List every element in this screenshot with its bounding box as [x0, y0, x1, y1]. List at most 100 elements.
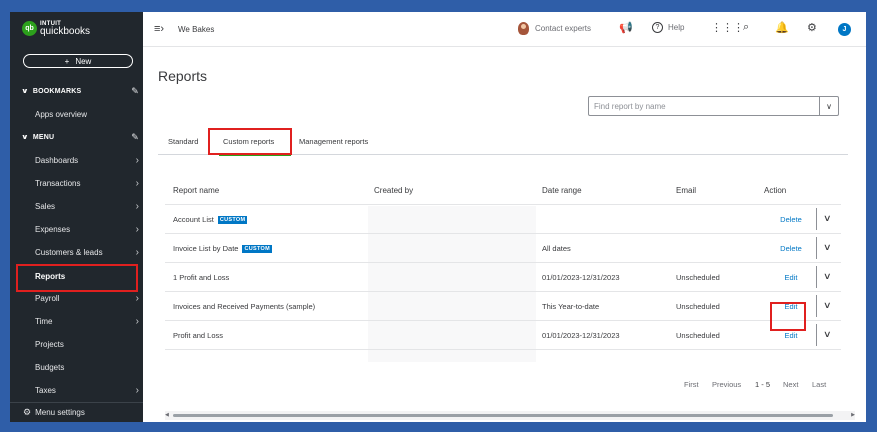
new-button[interactable]: + New: [23, 54, 133, 68]
sidebar-item-label: Sales: [35, 201, 56, 211]
sidebar-item-payroll[interactable]: Payroll ›: [35, 289, 139, 307]
table-row: Profit and Loss 01/01/2023-12/31/2023 Un…: [165, 321, 841, 350]
sidebar-item-sales[interactable]: Sales ›: [35, 197, 139, 215]
sidebar-item-budgets[interactable]: Budgets: [35, 358, 139, 376]
pagination-range: 1 - 5: [755, 380, 771, 389]
pagination-last[interactable]: Last: [812, 380, 826, 389]
user-avatar[interactable]: J: [838, 23, 851, 36]
sidebar-item-expenses[interactable]: Expenses ›: [35, 220, 139, 238]
report-name-link[interactable]: Invoices and Received Payments (sample): [173, 302, 315, 311]
report-name-link[interactable]: Invoice List by Date CUSTOM: [173, 244, 272, 254]
col-date-range[interactable]: Date range: [542, 186, 582, 195]
sidebar-item-customers-leads[interactable]: Customers & leads ›: [35, 243, 139, 261]
sidebar-item-label: Dashboards: [35, 155, 79, 165]
sidebar-item-dashboards[interactable]: Dashboards ›: [35, 151, 139, 169]
tab-standard[interactable]: Standard: [168, 137, 198, 146]
action-divider: [816, 295, 817, 317]
action-divider: [816, 324, 817, 346]
apps-grid-icon[interactable]: ⋮⋮⋮: [711, 21, 744, 34]
col-email[interactable]: Email: [676, 186, 696, 195]
report-name-link[interactable]: Profit and Loss: [173, 331, 223, 340]
megaphone-icon[interactable]: 📢: [619, 21, 633, 34]
report-name-link[interactable]: Account List CUSTOM: [173, 215, 248, 225]
quickbooks-logo[interactable]: qb INTUIT quickbooks: [22, 20, 90, 37]
bookmarks-section[interactable]: ∨ BOOKMARKS ✎: [21, 86, 139, 97]
edit-menu-pencil-icon[interactable]: ✎: [131, 132, 139, 143]
email-cell: Unscheduled: [676, 302, 720, 311]
pagination-first[interactable]: First: [684, 380, 699, 389]
bell-icon[interactable]: 🔔: [775, 21, 789, 34]
expert-avatar-icon: [518, 22, 529, 35]
scroll-right-arrow-icon[interactable]: ▶: [851, 412, 855, 418]
company-name[interactable]: We Bakes: [178, 25, 214, 34]
col-report-name[interactable]: Report name: [173, 186, 219, 195]
chevron-right-icon: ›: [135, 384, 139, 396]
top-bar: ≡› We Bakes Contact experts 📢 ? Help ⋮⋮⋮…: [143, 12, 866, 47]
chevron-down-icon[interactable]: ∨: [823, 213, 832, 224]
scroll-left-arrow-icon[interactable]: ◀: [165, 412, 169, 418]
menu-settings-button[interactable]: ⚙ Menu settings: [10, 402, 143, 422]
edit-highlight-box: [770, 302, 806, 331]
sidebar-item-label: Apps overview: [35, 109, 88, 119]
page-title: Reports: [158, 68, 208, 84]
chevron-right-icon: ›: [135, 246, 139, 258]
search-placeholder: Find report by name: [594, 102, 666, 111]
chevron-down-icon: ∨: [21, 134, 29, 141]
edit-bookmarks-pencil-icon[interactable]: ✎: [131, 86, 139, 97]
horizontal-scrollbar[interactable]: ◀ ▶: [165, 411, 855, 420]
help-label: Help: [668, 23, 685, 32]
email-cell: Unscheduled: [676, 331, 720, 340]
menu-section[interactable]: ∨ MENU ✎: [21, 132, 139, 143]
gear-icon[interactable]: ⚙: [807, 21, 817, 34]
chevron-right-icon: ›: [135, 154, 139, 166]
table-row: Invoices and Received Payments (sample) …: [165, 292, 841, 321]
table-row: Account List CUSTOM Delete ∨: [165, 205, 841, 234]
sidebar-item-taxes[interactable]: Taxes ›: [35, 381, 139, 399]
chevron-down-icon[interactable]: ∨: [819, 97, 838, 115]
delete-link[interactable]: Delete: [771, 244, 811, 253]
plus-icon: +: [64, 56, 70, 66]
delete-link[interactable]: Delete: [771, 215, 811, 224]
sidebar-item-label: Time: [35, 316, 53, 326]
gear-icon: ⚙: [23, 407, 32, 417]
chevron-right-icon: ›: [135, 223, 139, 235]
qb-logo-icon: qb: [22, 20, 37, 36]
table-row: Invoice List by Date CUSTOM All dates Del…: [165, 234, 841, 263]
chevron-down-icon[interactable]: ∨: [823, 300, 832, 311]
sidebar-item-transactions[interactable]: Transactions ›: [35, 174, 139, 192]
chevron-down-icon[interactable]: ∨: [823, 242, 832, 253]
tab-management-reports[interactable]: Management reports: [299, 137, 368, 146]
sidebar-item-label: Budgets: [35, 362, 65, 372]
chevron-right-icon: ›: [135, 292, 139, 304]
table-header: Report name Created by Date range Email …: [165, 177, 841, 205]
chevron-down-icon[interactable]: ∨: [823, 271, 832, 282]
date-range-cell: 01/01/2023-12/31/2023: [542, 331, 620, 340]
pagination-previous[interactable]: Previous: [712, 380, 741, 389]
sidebar: qb INTUIT quickbooks + New ∨ BOOKMARKS ✎…: [10, 12, 143, 422]
sidebar-item-label: Projects: [35, 339, 64, 349]
sidebar-item-time[interactable]: Time ›: [35, 312, 139, 330]
scrollbar-thumb[interactable]: [173, 414, 833, 417]
help-icon: ?: [652, 22, 663, 33]
chevron-down-icon: ∨: [21, 88, 29, 95]
help-button[interactable]: ? Help: [652, 22, 684, 33]
report-name-link[interactable]: 1 Profit and Loss: [173, 273, 229, 282]
custom-reports-highlight-box: [208, 128, 292, 155]
action-divider: [816, 208, 817, 230]
search-icon[interactable]: ⌕: [743, 21, 749, 34]
find-report-dropdown[interactable]: Find report by name ∨: [588, 96, 839, 116]
chevron-right-icon: ›: [135, 177, 139, 189]
col-created-by[interactable]: Created by: [374, 186, 413, 195]
pagination-next[interactable]: Next: [783, 380, 798, 389]
hamburger-menu-icon[interactable]: ≡›: [154, 23, 164, 35]
edit-link[interactable]: Edit: [771, 331, 811, 340]
edit-link[interactable]: Edit: [771, 273, 811, 282]
contact-experts-button[interactable]: Contact experts: [518, 22, 591, 35]
chevron-down-icon[interactable]: ∨: [823, 329, 832, 340]
date-range-cell: All dates: [542, 244, 571, 253]
action-divider: [816, 266, 817, 288]
sidebar-item-label: Payroll: [35, 293, 60, 303]
sidebar-item-apps-overview[interactable]: Apps overview: [35, 105, 139, 123]
sidebar-item-projects[interactable]: Projects: [35, 335, 139, 353]
bookmarks-label: BOOKMARKS: [32, 87, 82, 95]
